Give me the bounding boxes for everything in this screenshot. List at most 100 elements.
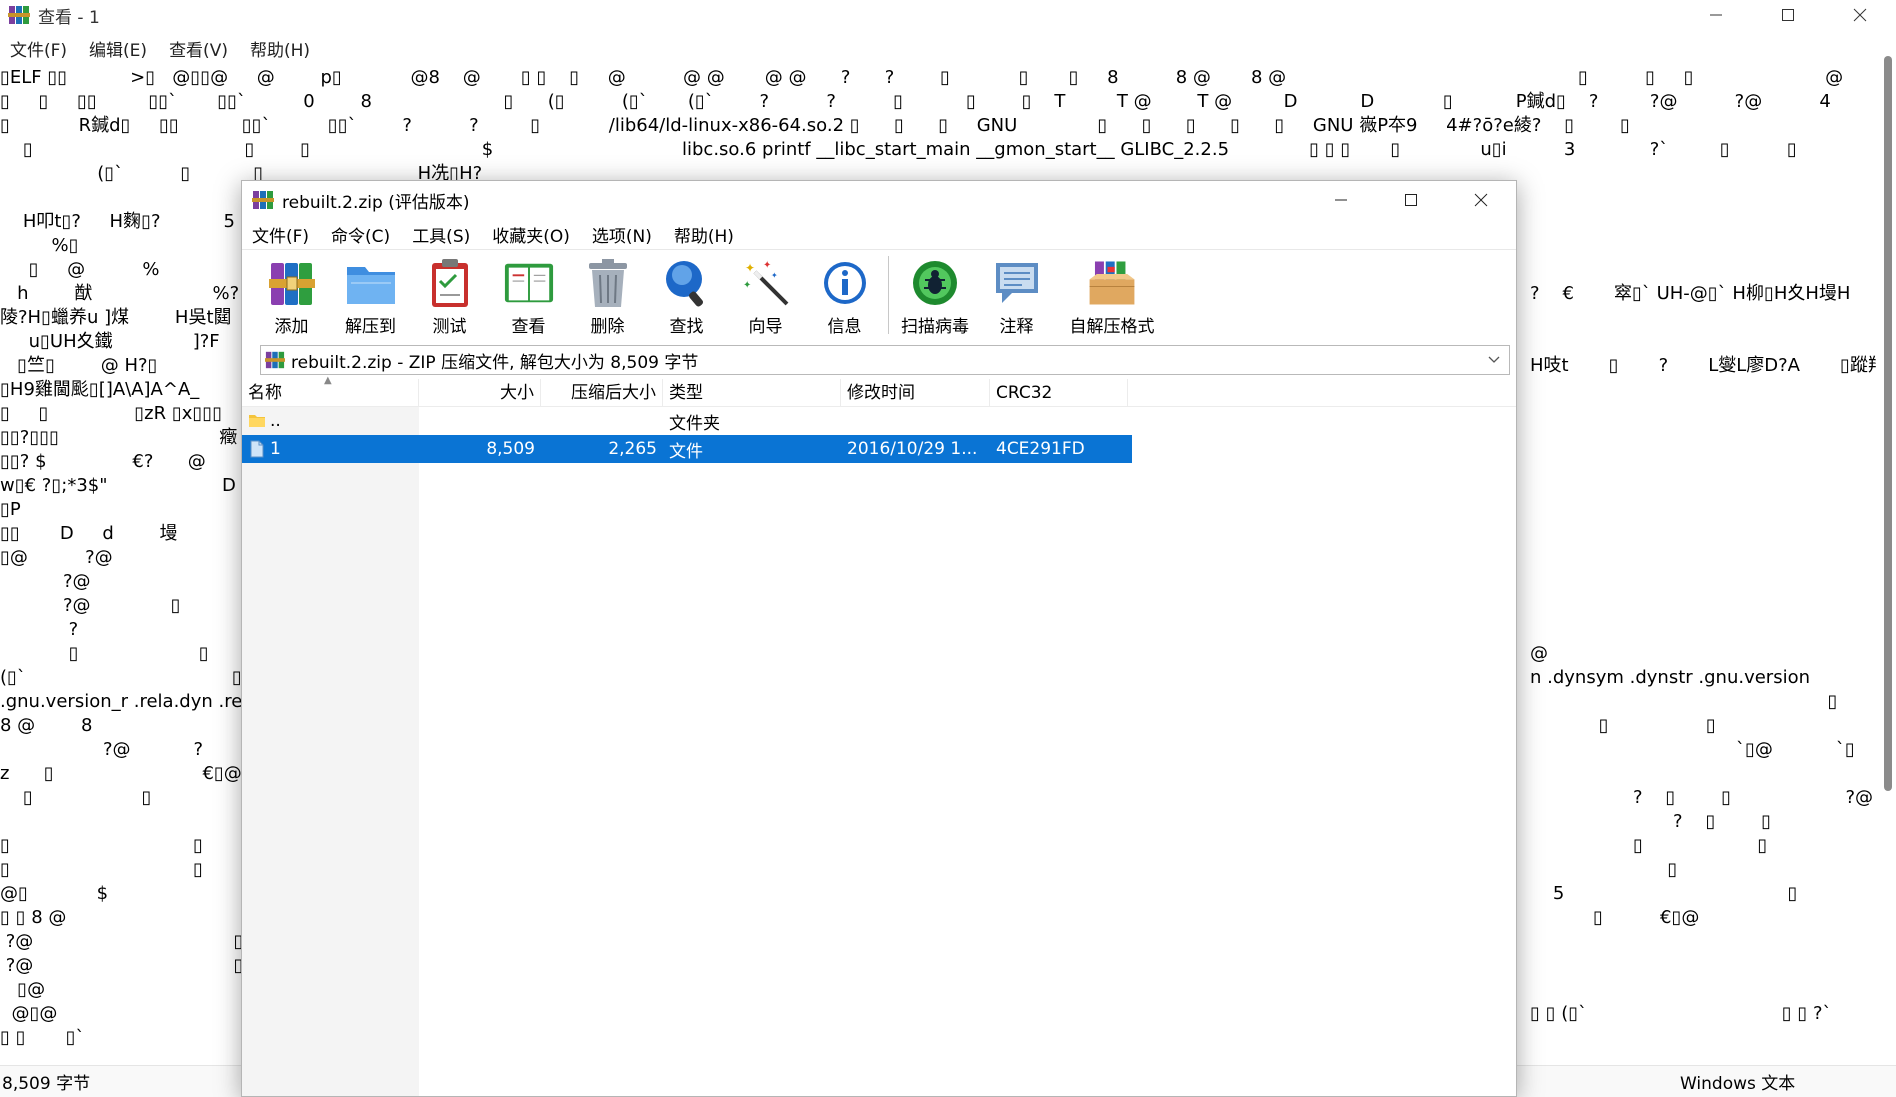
text-line-tail: ? ▯ ▯ ?@ ? [1632,787,1874,808]
delete-label: 删除 [590,317,625,337]
col-crc[interactable]: CRC32 [990,378,1128,407]
archive-icon [265,351,285,369]
file-list[interactable]: ▲ 名称 大小 压缩后大小 类型 修改时间 CRC32 .. 文件夹 1 8,5 [242,375,1516,1096]
menu-help[interactable]: 帮助(H) [250,36,310,61]
text-line-tail: @ [1530,643,1548,664]
file-row-selected[interactable]: 1 8,509 2,265 文件 2016/10/29 1... 4CE291F… [242,435,1132,463]
text-line-tail: ? € 窣▯` UH-@▯` H柳▯H夊H墁H [1530,283,1851,304]
wizard-button[interactable]: ✦ ✦ ✦ ✦ 向导 [726,256,805,337]
menu-file[interactable]: 文件(F) [10,36,67,61]
folder-icon [249,415,265,427]
menu-options[interactable]: 选项(N) [592,222,652,247]
text-line-tail: 5 ▯ [1530,883,1798,904]
trash-icon [588,259,627,307]
virus-scan-button[interactable]: 扫描病毒 [893,256,977,337]
close-button[interactable] [1824,0,1896,30]
menu-file[interactable]: 文件(F) [252,222,309,247]
file-modified: 2016/10/29 1... [847,439,978,459]
minimize-icon [1335,199,1347,201]
rar-minimize-button[interactable] [1306,181,1376,219]
file-name: 1 [270,439,281,459]
view-button[interactable]: 查看 [489,256,568,337]
test-icon [431,259,468,307]
winrar-titlebar[interactable]: rebuilt.2.zip (评估版本) [242,181,1516,219]
text-line: ▯ELF ▯▯ >▯ @▯▯@ @ p▯ @8 @ ▯ ▯ ▯ @ @ @ @ … [0,67,1876,88]
menu-help[interactable]: 帮助(H) [674,222,734,247]
sfx-button[interactable]: 自解压格式 [1056,256,1168,337]
chevron-down-icon[interactable] [1487,350,1501,370]
text-line-tail: ▯ €▯@ ▯ [1530,907,1876,928]
column-headers: ▲ 名称 大小 压缩后大小 类型 修改时间 CRC32 [242,375,1516,407]
sfx-label: 自解压格式 [1069,317,1155,337]
col-size[interactable]: 大小 [419,378,541,407]
add-button[interactable]: 添加 [252,256,331,337]
winrar-app-icon [8,6,30,24]
find-label: 查找 [669,317,704,337]
wizard-wand-icon: ✦ ✦✦✦ [743,260,788,306]
svg-text:✦: ✦ [745,261,755,275]
sort-up-icon: ▲ [324,375,332,386]
col-packed[interactable]: 压缩后大小 [541,378,663,407]
find-magnifier-icon [665,261,703,307]
info-icon [823,262,866,304]
winrar-toolbar: 添加 解压到 测试 查看 删除 查找 ✦ ✦ ✦ ✦ 向导 信息 扫描病毒 注释… [242,249,1516,337]
text-line-tail: n .dynsym .dynstr .gnu.version [1530,667,1811,688]
comment-button[interactable]: 注释 [977,256,1056,337]
encoding-status: Windows 文本 [1680,1074,1796,1094]
menu-view[interactable]: 查看(V) [169,36,228,61]
menu-commands[interactable]: 命令(C) [331,222,390,247]
text-line-tail: `▯@ `▯ ▯ ▯ ▯ [1735,739,1855,760]
view-label: 查看 [511,317,546,337]
maximize-icon [1405,194,1417,206]
text-line-tail: ▯ ▯ N [1530,715,1876,736]
archive-path-bar[interactable]: rebuilt.2.zip - ZIP 压缩文件, 解包大小为 8,509 字节 [260,345,1510,375]
rar-maximize-button[interactable] [1376,181,1446,219]
winrar-menubar: 文件(F) 命令(C) 工具(S) 收藏夹(O) 选项(N) 帮助(H) [242,219,1516,249]
name-column-bg [242,407,419,1096]
svg-text:✦: ✦ [743,280,751,291]
virus-scan-label: 扫描病毒 [901,317,969,337]
extract-to-icon [346,267,395,304]
rar-close-button[interactable] [1446,181,1516,219]
text-line-tail: H吱t ▯ ? L燮L廖D?A ▯蹤羜 [1530,355,1876,376]
virus-scan-icon [913,261,957,305]
text-line-tail: ▯ ▯ (▯` ▯ ▯ ?` [1530,1003,1832,1024]
add-label: 添加 [274,317,309,337]
winrar-window: rebuilt.2.zip (评估版本) 文件(F) 命令(C) 工具(S) 收… [241,180,1517,1097]
viewer-titlebar[interactable]: 查看 - 1 [0,0,1896,30]
view-book-icon [504,263,553,303]
file-size: 8,509 [486,439,535,459]
extract-to-button[interactable]: 解压到 [331,256,410,337]
delete-button[interactable]: 删除 [568,256,647,337]
file-name: .. [270,411,281,431]
maximize-icon [1782,9,1794,21]
text-line-tail: ▯ ▯ 0 [1667,859,1678,880]
viewer-menubar: 文件(F) 编辑(E) 查看(V) 帮助(H) [0,30,1896,66]
svg-text:✦: ✦ [763,260,771,271]
menu-edit[interactable]: 编辑(E) [89,36,147,61]
find-button[interactable]: 查找 [647,256,726,337]
text-line-tail: ? ▯ ▯ ▯▯` ▯▯ [1673,811,1772,832]
comment-icon [995,263,1038,303]
minimize-icon [1710,14,1722,16]
text-line: ▯ ▯ ▯▯ ▯▯` ▯▯` 0 8 ▯ (▯ (▯` (▯` ? ? ▯ ▯ … [0,91,1831,112]
file-row-parent[interactable]: .. 文件夹 [242,407,1516,435]
close-icon [1853,8,1867,22]
minimize-button[interactable] [1680,0,1752,30]
comment-label: 注释 [999,317,1034,337]
test-button[interactable]: 测试 [410,256,489,337]
text-line-tail: ▯ ▯ [1530,691,1876,712]
col-modified[interactable]: 修改时间 [841,378,990,407]
file-crc: 4CE291FD [996,439,1085,459]
menu-tools[interactable]: 工具(S) [412,222,470,247]
maximize-button[interactable] [1752,0,1824,30]
vertical-scrollbar[interactable] [1884,56,1892,791]
col-type[interactable]: 类型 [663,378,841,407]
menu-favorites[interactable]: 收藏夹(O) [492,222,570,247]
add-archive-icon [268,263,315,305]
file-icon [250,440,264,458]
file-packed: 2,265 [608,439,657,459]
info-button[interactable]: 信息 [805,256,884,337]
viewer-title: 查看 - 1 [38,7,100,28]
archive-path-text: rebuilt.2.zip - ZIP 压缩文件, 解包大小为 8,509 字节 [291,352,699,373]
